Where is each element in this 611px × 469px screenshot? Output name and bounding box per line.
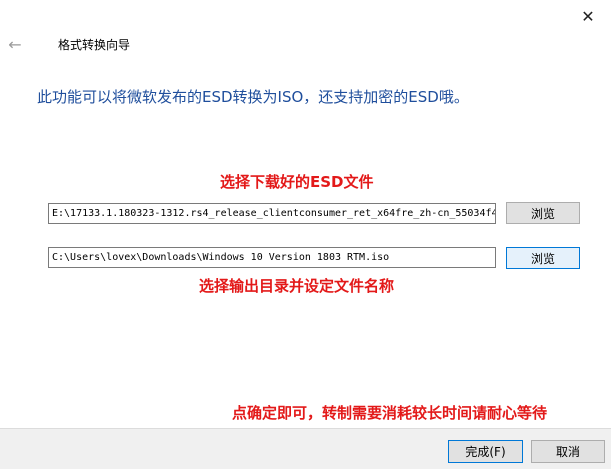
source-path-field[interactable]: E:\17133.1.180323-1312.rs4_release_clien… (48, 203, 496, 224)
target-path-field[interactable]: C:\Users\lovex\Downloads\Windows 10 Vers… (48, 247, 496, 268)
intro-text: 此功能可以将微软发布的ESD转换为ISO，还支持加密的ESD哦。 (37, 88, 469, 106)
back-arrow-icon[interactable]: ← (4, 33, 26, 55)
finish-button[interactable]: 完成(F) (448, 440, 523, 463)
wizard-title: 格式转换向导 (58, 38, 131, 52)
target-annotation: 选择输出目录并设定文件名称 (199, 277, 395, 295)
cancel-button[interactable]: 取消 (531, 440, 605, 463)
source-browse-button[interactable]: 浏览 (506, 202, 580, 224)
source-annotation: 选择下载好的ESD文件 (220, 173, 374, 191)
footer-bar: 完成(F) 取消 (0, 428, 611, 469)
close-icon[interactable]: ✕ (565, 0, 611, 32)
target-browse-button[interactable]: 浏览 (506, 247, 580, 269)
footer-annotation: 点确定即可，转制需要消耗较长时间请耐心等待 (232, 404, 548, 422)
wizard-window: ✕ ← 格式转换向导 此功能可以将微软发布的ESD转换为ISO，还支持加密的ES… (0, 0, 611, 469)
